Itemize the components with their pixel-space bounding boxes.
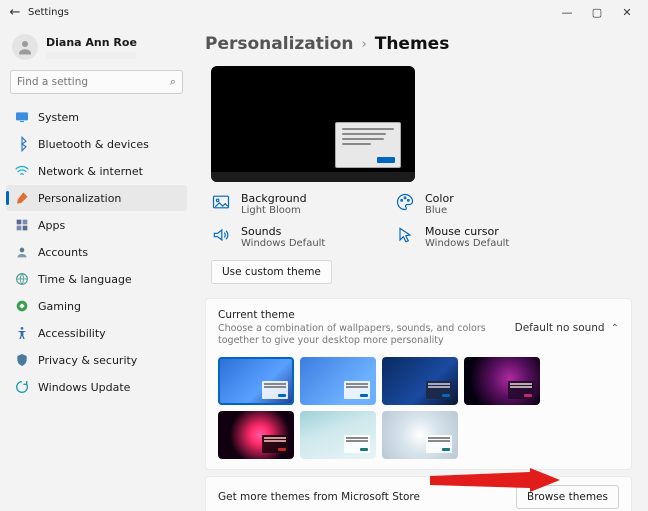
nav-label: System: [38, 111, 79, 124]
close-button[interactable]: ✕: [618, 6, 636, 19]
maximize-button[interactable]: ▢: [588, 6, 606, 19]
window-title: Settings: [28, 7, 69, 18]
globe-icon: [14, 271, 30, 287]
sound-icon: [211, 225, 233, 247]
accounts-icon: [14, 244, 30, 260]
back-button[interactable]: ←: [6, 5, 24, 20]
current-theme-header[interactable]: Current theme Choose a combination of wa…: [206, 299, 631, 353]
nav-label: Accessibility: [38, 327, 106, 340]
accessibility-icon: [14, 325, 30, 341]
palette-icon: [395, 192, 417, 214]
browse-themes-button[interactable]: Browse themes: [516, 485, 619, 509]
aspect-value: Light Bloom: [241, 205, 307, 217]
card-title: Current theme: [218, 309, 515, 321]
theme-thumb-6[interactable]: [300, 411, 376, 459]
aspect-label: Color: [425, 192, 454, 205]
title-bar: ← Settings — ▢ ✕: [0, 0, 648, 24]
user-email-placeholder: [46, 52, 136, 59]
breadcrumb: Personalization › Themes: [205, 34, 632, 54]
chevron-up-icon: ⌃: [611, 323, 619, 334]
preview-taskbar: [211, 172, 415, 182]
nav-gaming[interactable]: Gaming: [6, 293, 187, 319]
avatar-icon: [12, 34, 38, 60]
aspect-color[interactable]: Color Blue: [395, 192, 555, 217]
aspect-value: Blue: [425, 205, 454, 217]
search-icon: ⌕: [170, 75, 176, 89]
theme-thumb-4[interactable]: [464, 357, 540, 405]
nav-label: Network & internet: [38, 165, 143, 178]
page-title: Themes: [375, 34, 450, 54]
minimize-button[interactable]: —: [558, 6, 576, 19]
aspect-value: Windows Default: [425, 238, 509, 250]
gaming-icon: [14, 298, 30, 314]
apps-icon: [14, 217, 30, 233]
nav-label: Bluetooth & devices: [38, 138, 149, 151]
current-theme-card: Current theme Choose a combination of wa…: [205, 298, 632, 470]
nav-label: Gaming: [38, 300, 81, 313]
use-custom-theme-button[interactable]: Use custom theme: [211, 260, 332, 284]
theme-preview: [211, 66, 415, 182]
nav-personalization[interactable]: Personalization: [6, 185, 187, 211]
aspect-label: Background: [241, 192, 307, 205]
shield-icon: [14, 352, 30, 368]
nav-apps[interactable]: Apps: [6, 212, 187, 238]
nav-list: System Bluetooth & devices Network & int…: [6, 104, 187, 400]
sidebar: Diana Ann Roe ⌕ System Bluetooth & devic…: [0, 24, 195, 511]
paintbrush-icon: [14, 190, 30, 206]
update-icon: [14, 379, 30, 395]
theme-thumb-7[interactable]: [382, 411, 458, 459]
store-label: Get more themes from Microsoft Store: [218, 491, 516, 503]
aspect-label: Sounds: [241, 225, 325, 238]
nav-privacy[interactable]: Privacy & security: [6, 347, 187, 373]
preview-window: [335, 122, 401, 168]
theme-thumb-5[interactable]: [218, 411, 294, 459]
card-subtitle: Choose a combination of wallpapers, soun…: [218, 323, 515, 347]
theme-thumbnails: [206, 353, 631, 469]
nav-label: Time & language: [38, 273, 132, 286]
aspect-cursor[interactable]: Mouse cursor Windows Default: [395, 225, 555, 250]
nav-time[interactable]: Time & language: [6, 266, 187, 292]
sound-scheme-label: Default no sound: [515, 322, 605, 334]
nav-label: Privacy & security: [38, 354, 137, 367]
nav-accounts[interactable]: Accounts: [6, 239, 187, 265]
system-icon: [14, 109, 30, 125]
aspect-value: Windows Default: [241, 238, 325, 250]
nav-label: Apps: [38, 219, 65, 232]
nav-label: Accounts: [38, 246, 88, 259]
nav-label: Personalization: [38, 192, 121, 205]
search-field[interactable]: [17, 76, 170, 88]
user-name: Diana Ann Roe: [46, 36, 137, 49]
theme-thumb-2[interactable]: [300, 357, 376, 405]
store-row: Get more themes from Microsoft Store Bro…: [205, 476, 632, 511]
aspect-label: Mouse cursor: [425, 225, 509, 238]
nav-bluetooth[interactable]: Bluetooth & devices: [6, 131, 187, 157]
theme-thumb-3[interactable]: [382, 357, 458, 405]
nav-label: Windows Update: [38, 381, 130, 394]
cursor-icon: [395, 225, 417, 247]
bluetooth-icon: [14, 136, 30, 152]
account-header[interactable]: Diana Ann Roe: [6, 30, 187, 68]
nav-update[interactable]: Windows Update: [6, 374, 187, 400]
breadcrumb-parent[interactable]: Personalization: [205, 34, 354, 54]
search-input[interactable]: ⌕: [10, 70, 183, 94]
wifi-icon: [14, 163, 30, 179]
nav-network[interactable]: Network & internet: [6, 158, 187, 184]
chevron-right-icon: ›: [362, 37, 367, 52]
nav-system[interactable]: System: [6, 104, 187, 130]
aspect-background[interactable]: Background Light Bloom: [211, 192, 371, 217]
main-content: Personalization › Themes Background Ligh…: [195, 24, 648, 511]
nav-accessibility[interactable]: Accessibility: [6, 320, 187, 346]
image-icon: [211, 192, 233, 214]
aspect-sounds[interactable]: Sounds Windows Default: [211, 225, 371, 250]
theme-thumb-1[interactable]: [218, 357, 294, 405]
